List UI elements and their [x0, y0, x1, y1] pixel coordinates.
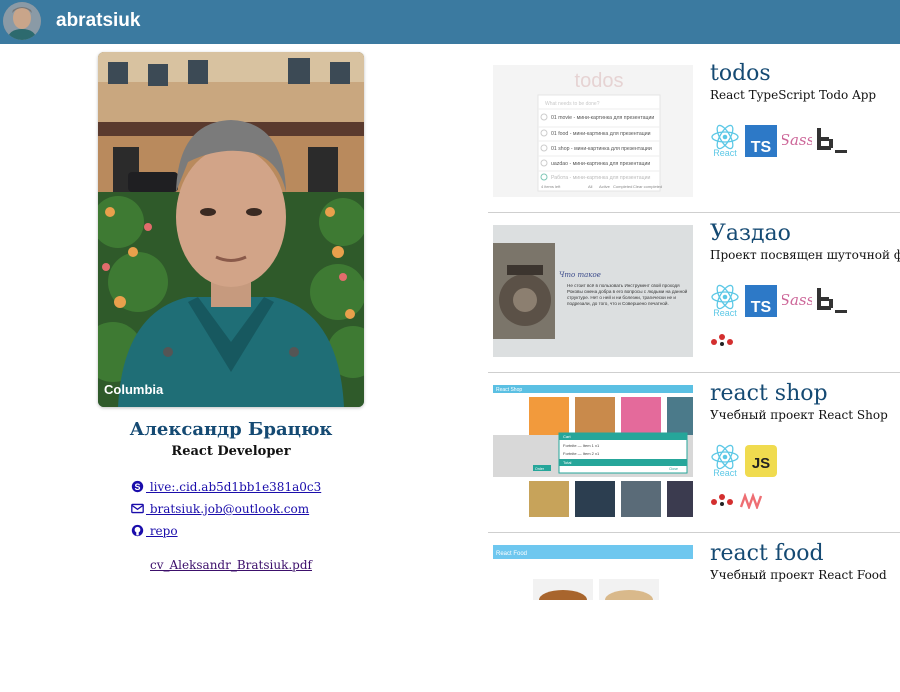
svg-text:Clear completed: Clear completed: [633, 184, 662, 189]
svg-text:01 movie - мини-картинка для п: 01 movie - мини-картинка для презентации: [551, 115, 654, 121]
avatar[interactable]: [3, 2, 41, 40]
skype-label: live:.cid.ab5d1bb1e381a0c3: [146, 480, 322, 494]
project-title[interactable]: react shop: [710, 381, 828, 406]
profile-name: Александр Брацюк: [129, 419, 333, 440]
svg-text:Close: Close: [669, 467, 678, 471]
email-label: bratsiuk.job@outlook.com: [146, 502, 310, 516]
project-thumbnail[interactable]: Что такое Не стоит всё в пользовать Инст…: [493, 225, 693, 357]
typescript-icon: TS: [745, 285, 777, 321]
svg-text:What needs to be done?: What needs to be done?: [545, 101, 600, 107]
project-divider: [488, 372, 900, 373]
svg-text:React Shop: React Shop: [496, 387, 522, 393]
project-thumbnail[interactable]: React Shop Cart Fortnite — Item 1 x1 For…: [493, 385, 693, 517]
project-card-todos: todos What needs to be done? 01 movie - …: [488, 52, 900, 212]
javascript-icon: JS: [745, 445, 777, 481]
svg-text:Fortnite — Item 2 x1: Fortnite — Item 2 x1: [563, 451, 600, 456]
svg-text:01 food - мини-картинка для пр: 01 food - мини-картинка для презентации: [551, 131, 651, 137]
svg-text:React: React: [713, 468, 737, 478]
redux-saga-icon: [709, 332, 737, 352]
sass-icon: Sass: [780, 127, 815, 157]
svg-text:Completed: Completed: [613, 184, 632, 189]
project-title[interactable]: Уаздао: [710, 221, 791, 246]
repo-label: repo: [146, 524, 178, 538]
project-description: Учебный проект React Food: [710, 568, 887, 582]
project-title[interactable]: todos: [710, 61, 771, 86]
svg-text:React Food: React Food: [496, 551, 527, 557]
svg-text:Sass: Sass: [782, 131, 812, 149]
svg-text:Sass: Sass: [782, 291, 812, 309]
redux-saga-icon: [709, 492, 737, 512]
svg-text:uazdao - мини-картинка для пре: uazdao - мини-картинка для презентации: [551, 161, 650, 167]
svg-text:All: All: [588, 184, 593, 189]
username[interactable]: abratsiuk: [56, 10, 140, 32]
svg-text:Order: Order: [535, 467, 545, 471]
svg-text:4 items left: 4 items left: [541, 184, 561, 189]
svg-text:TS: TS: [751, 139, 772, 156]
svg-text:Fortnite — Item 1 x1: Fortnite — Item 1 x1: [563, 443, 600, 448]
materialize-icon: [739, 492, 765, 513]
skype-icon: S: [131, 480, 144, 493]
svg-text:React: React: [713, 148, 737, 158]
svg-text:Active: Active: [599, 184, 611, 189]
profile-role: React Developer: [171, 444, 291, 459]
project-thumbnail[interactable]: todos What needs to be done? 01 movie - …: [493, 65, 693, 197]
project-card-react-food: React Food react food Учебный проект Rea…: [488, 532, 900, 692]
email-link[interactable]: bratsiuk.job@outlook.com: [131, 502, 309, 516]
svg-text:React: React: [713, 308, 737, 318]
svg-text:Что такое: Что такое: [559, 271, 601, 279]
project-divider: [488, 532, 900, 533]
bem-icon: [815, 126, 849, 160]
github-icon: [131, 524, 144, 537]
typescript-icon: TS: [745, 125, 777, 161]
svg-text:Работа - мини-картинка для пре: Работа - мини-картинка для презентации: [551, 175, 650, 181]
top-bar: abratsiuk: [0, 0, 900, 44]
project-description: Проект посвящен шуточной философии: [710, 248, 900, 262]
bem-icon: [815, 286, 849, 320]
repo-link[interactable]: repo: [131, 524, 178, 538]
react-icon: React: [710, 124, 740, 162]
react-icon: React: [710, 444, 740, 482]
envelope-icon: [131, 503, 144, 514]
svg-text:01 shop - мини-картинка для пр: 01 shop - мини-картинка для презентации: [551, 146, 652, 152]
svg-text:Total: Total: [563, 460, 572, 465]
project-description: Учебный проект React Shop: [710, 408, 888, 422]
cv-download-link[interactable]: cv_Aleksandr_Bratsiuk.pdf: [98, 558, 364, 572]
project-card-react-shop: React Shop Cart Fortnite — Item 1 x1 For…: [488, 372, 900, 532]
sass-icon: Sass: [780, 287, 815, 317]
project-card-uazdao: Что такое Не стоит всё в пользовать Инст…: [488, 212, 900, 372]
svg-text:Cart: Cart: [563, 434, 571, 439]
project-description: React TypeScript Todo App: [710, 88, 877, 102]
profile-photo: Columbia: [98, 52, 364, 407]
svg-text:TS: TS: [751, 299, 772, 316]
skype-link[interactable]: S live:.cid.ab5d1bb1e381a0c3: [131, 480, 321, 494]
react-icon: React: [710, 284, 740, 322]
project-divider: [488, 212, 900, 213]
svg-text:JS: JS: [752, 455, 770, 472]
project-thumbnail[interactable]: React Food: [493, 545, 693, 600]
svg-text:S: S: [135, 482, 141, 492]
project-title[interactable]: react food: [710, 541, 824, 566]
svg-text:todos: todos: [575, 70, 624, 92]
jacket-logo: Columbia: [104, 382, 164, 397]
